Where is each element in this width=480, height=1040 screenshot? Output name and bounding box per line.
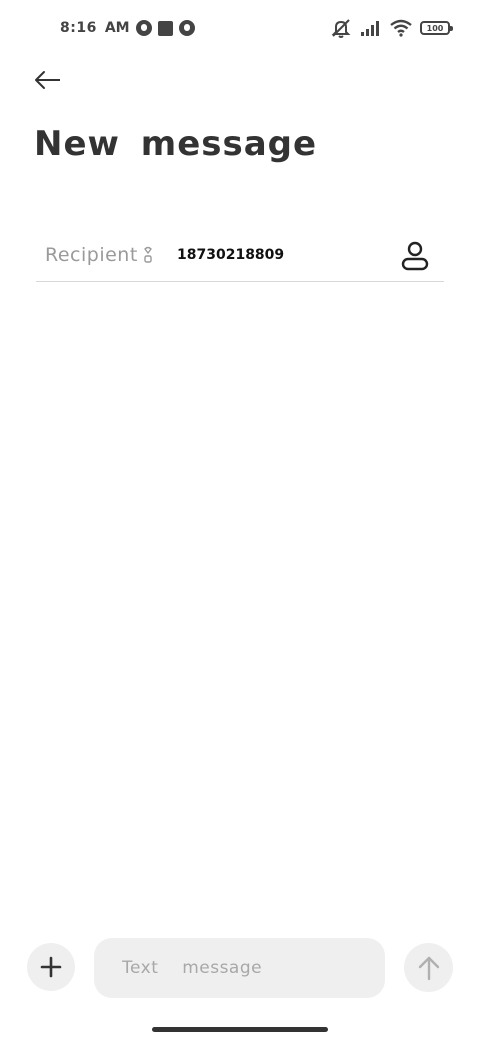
person-icon: [401, 241, 429, 271]
signal-icon: [361, 21, 379, 36]
notification-app-icon-2: [178, 20, 195, 36]
battery-icon: 100: [420, 21, 453, 35]
arrow-up-icon: [418, 956, 439, 980]
status-ampm: AM: [104, 20, 130, 36]
arrow-left-icon: [35, 71, 60, 89]
send-button[interactable]: [404, 943, 453, 992]
recipient-field[interactable]: Recipient 18730218809: [36, 232, 444, 282]
recipient-value[interactable]: 18730218809: [177, 247, 284, 263]
new-message-screen: 8:16 AM 100 New message Recipient 187302…: [0, 0, 480, 1040]
recipient-marker-icon: [144, 246, 152, 263]
notification-app-icon: [135, 20, 152, 36]
notification-square-icon: [157, 20, 173, 36]
plus-icon: [40, 956, 62, 978]
back-button[interactable]: [30, 64, 66, 96]
mute-icon: [331, 19, 351, 38]
status-bar: 8:16 AM 100: [0, 0, 480, 56]
home-indicator[interactable]: [152, 1027, 328, 1032]
contact-picker-button[interactable]: [400, 240, 430, 272]
message-input[interactable]: [94, 938, 385, 998]
status-time: 8:16: [60, 20, 97, 36]
add-attachment-button[interactable]: [27, 943, 75, 991]
wifi-icon: [390, 19, 412, 37]
recipient-label: Recipient: [45, 244, 138, 266]
status-right: 100: [330, 16, 453, 40]
battery-level: 100: [426, 23, 444, 33]
status-left: 8:16 AM: [60, 18, 195, 38]
page-title: New message: [34, 124, 318, 164]
